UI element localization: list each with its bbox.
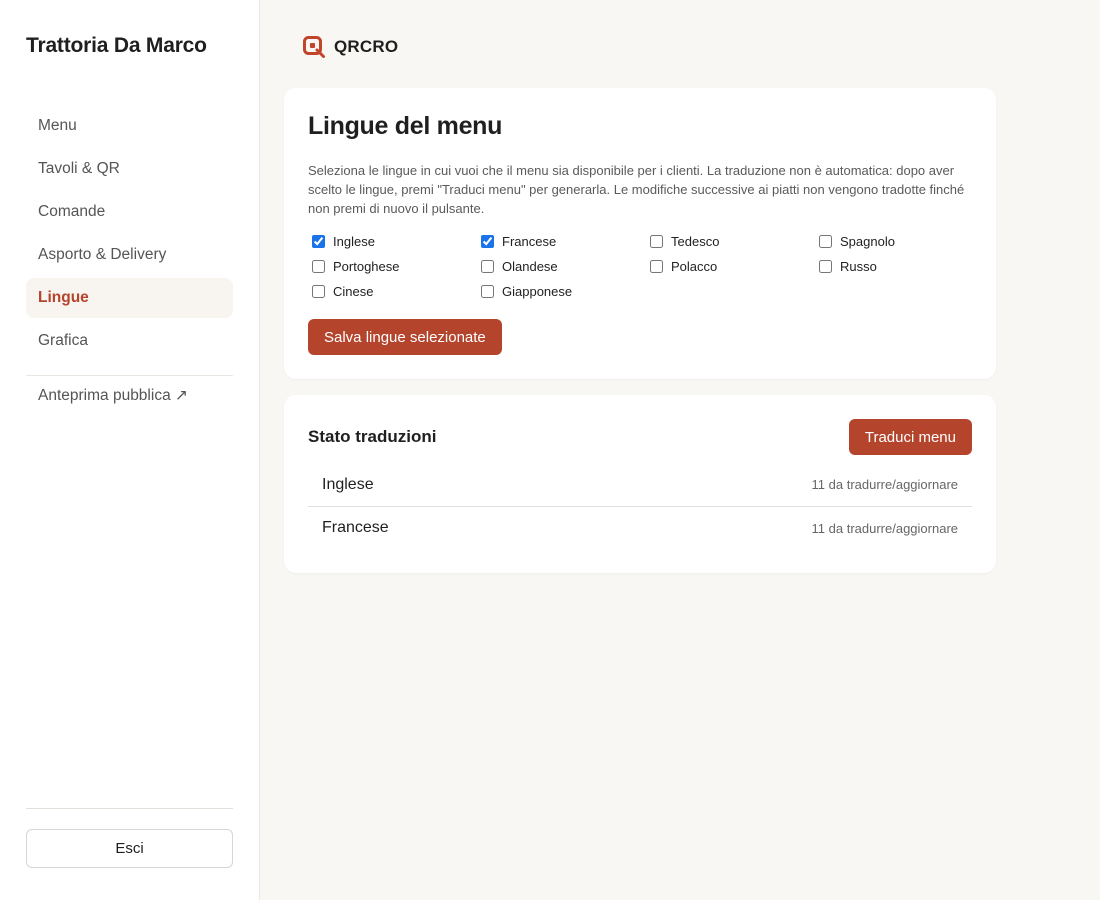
status-count: 11 da tradurre/aggiornare — [811, 520, 958, 536]
language-label: Russo — [840, 259, 877, 274]
status-language: Inglese — [322, 475, 374, 493]
language-label: Portoghese — [333, 259, 400, 274]
sidebar-footer-divider — [26, 808, 233, 809]
sidebar-item-languages[interactable]: Lingue — [26, 278, 233, 318]
status-language: Francese — [322, 519, 389, 536]
languages-card: Lingue del menu Seleziona le lingue in c… — [284, 88, 996, 379]
checkbox-spagnolo[interactable] — [819, 235, 832, 248]
language-option-russo[interactable]: Russo — [815, 257, 984, 276]
language-option-spagnolo[interactable]: Spagnolo — [815, 232, 984, 251]
checkbox-giapponese[interactable] — [481, 285, 494, 298]
language-label: Polacco — [671, 259, 718, 274]
language-label: Cinese — [333, 284, 374, 299]
save-languages-button[interactable]: Salva lingue selezionate — [308, 319, 502, 355]
status-header: Stato traduzioni Traduci menu — [308, 419, 972, 455]
status-count: 11 da tradurre/aggiornare — [811, 477, 958, 492]
language-label: Olandese — [502, 259, 558, 274]
checkbox-russo[interactable] — [819, 260, 832, 273]
translate-menu-button[interactable]: Traduci menu — [848, 419, 972, 455]
translation-status-card: Stato traduzioni Traduci menu Inglese 11… — [284, 395, 996, 573]
brand-header: QRCRO — [302, 34, 1100, 60]
checkbox-francese[interactable] — [481, 235, 494, 248]
checkbox-inglese[interactable] — [312, 235, 325, 248]
public-preview-link[interactable]: Anteprima pubblica ↗ — [26, 376, 233, 416]
languages-description: Seleziona le lingue in cui vuoi che il m… — [308, 163, 965, 216]
status-row: Inglese 11 da tradurre/aggiornare — [308, 463, 972, 506]
language-options: Inglese Francese Tedesco Spagnolo Portog… — [308, 232, 972, 301]
language-option-giapponese[interactable]: Giapponese — [477, 282, 646, 301]
status-row: Francese 11 da tradurre/aggiornare — [308, 506, 972, 549]
sidebar-footer: Esci — [26, 808, 233, 868]
checkbox-tedesco[interactable] — [650, 235, 663, 248]
language-option-francese[interactable]: Francese — [477, 232, 646, 251]
sidebar-item-graphics[interactable]: Grafica — [26, 321, 233, 361]
logout-button[interactable]: Esci — [26, 829, 233, 868]
brand-name: QRCRO — [334, 37, 399, 56]
restaurant-name: Trattoria Da Marco — [26, 34, 207, 57]
language-label: Spagnolo — [840, 234, 895, 249]
checkbox-olandese[interactable] — [481, 260, 494, 273]
checkbox-cinese[interactable] — [312, 285, 325, 298]
checkbox-polacco[interactable] — [650, 260, 663, 273]
sidebar-item-menu[interactable]: Menu — [26, 106, 233, 146]
qr-logo-icon — [303, 36, 325, 58]
page-title: Lingue del menu — [308, 112, 503, 140]
language-label: Francese — [502, 234, 557, 249]
language-label: Tedesco — [671, 234, 720, 249]
language-option-tedesco[interactable]: Tedesco — [646, 232, 815, 251]
status-title: Stato traduzioni — [308, 427, 437, 446]
language-option-olandese[interactable]: Olandese — [477, 257, 646, 276]
language-label: Inglese — [333, 234, 375, 249]
language-option-inglese[interactable]: Inglese — [308, 232, 477, 251]
sidebar-item-orders[interactable]: Comande — [26, 192, 233, 232]
sidebar: Trattoria Da Marco Menu Tavoli & QR Coma… — [0, 0, 260, 900]
checkbox-portoghese[interactable] — [312, 260, 325, 273]
language-label: Giapponese — [502, 284, 573, 299]
sidebar-item-tables-qr[interactable]: Tavoli & QR — [26, 149, 233, 189]
language-option-portoghese[interactable]: Portoghese — [308, 257, 477, 276]
language-option-polacco[interactable]: Polacco — [646, 257, 815, 276]
main-content: QRCRO Lingue del menu Seleziona le lingu… — [260, 0, 1100, 900]
sidebar-item-takeaway-delivery[interactable]: Asporto & Delivery — [26, 235, 233, 275]
language-option-cinese[interactable]: Cinese — [308, 282, 477, 301]
sidebar-nav: Menu Tavoli & QR Comande Asporto & Deliv… — [26, 106, 233, 361]
